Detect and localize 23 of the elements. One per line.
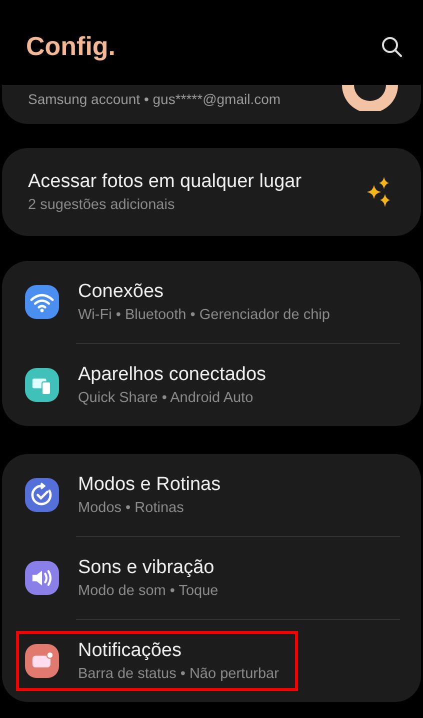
row-title: Conexões (78, 281, 165, 303)
row-title: Modos e Rotinas (78, 474, 221, 496)
suggestion-title: Acessar fotos em qualquer lugar (28, 171, 302, 193)
account-subtitle: Samsung account • gus*****@gmail.com (28, 91, 281, 107)
settings-row[interactable]: Modos e Rotinas Modos • Rotinas (16, 465, 240, 525)
settings-row[interactable]: Aparelhos conectados Quick Share • Android Auto (16, 355, 286, 415)
avatar-icon (339, 85, 401, 111)
account-card[interactable]: Samsung account • gus*****@gmail.com (2, 85, 421, 124)
row-subtitle: Modo de som • Toque (78, 583, 218, 599)
row-subtitle: Barra de status • Não perturbar (78, 666, 279, 682)
row-subtitle: Quick Share • Android Auto (78, 390, 254, 406)
search-icon[interactable] (381, 36, 403, 58)
settings-row[interactable]: Sons e vibração Modo de som • Toque (16, 548, 238, 608)
settings-row[interactable]: Conexões Wi-Fi • Bluetooth • Gerenciador de chip (16, 272, 349, 332)
settings-row[interactable]: Notificações Barra de status • Não perturbar (16, 631, 298, 691)
row-title: Notificações (78, 640, 182, 662)
page-title: Config. (26, 31, 116, 62)
suggestion-subtitle: 2 sugestões adicionais (28, 197, 176, 213)
row-title: Sons e vibração (78, 557, 216, 579)
suggestion-card[interactable]: Acessar fotos em qualquer lugar 2 sugestões adicionais (2, 148, 421, 236)
row-subtitle: Wi-Fi • Bluetooth • Gerenciador de chip (78, 307, 330, 323)
row-title: Aparelhos conectados (78, 364, 266, 386)
row-subtitle: Modos • Rotinas (78, 500, 185, 516)
